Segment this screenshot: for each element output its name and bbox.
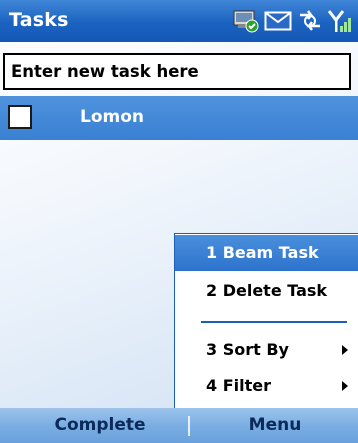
message-envelope-icon[interactable] [264,10,292,32]
menu-item-sort-by[interactable]: 3 Sort By [175,332,358,368]
task-label: Lomon [80,107,145,127]
signal-strength-icon[interactable] [328,8,352,34]
menu-item-label: 4 Filter [206,376,271,395]
menu-item-beam-task[interactable]: 1 Beam Task [175,235,358,271]
context-menu: 1 Beam Task 2 Delete Task 3 Sort By 4 Fi… [174,233,358,408]
submenu-arrow-icon [342,381,348,391]
new-task-input[interactable] [3,53,351,90]
menu-item-filter[interactable]: 4 Filter [175,368,358,404]
task-complete-checkbox[interactable] [8,105,32,129]
task-row[interactable]: Lomon [0,96,358,140]
title-bar: Tasks [0,0,358,42]
submenu-arrow-icon [342,345,348,355]
menu-softkey[interactable]: Menu [205,408,345,443]
menu-item-label: 1 Beam Task [206,243,319,262]
data-connection-icon[interactable] [297,9,323,33]
softkey-bar: Complete Menu [0,408,358,443]
app-title: Tasks [9,9,69,31]
menu-item-label: 3 Sort By [206,340,289,359]
complete-softkey[interactable]: Complete [30,408,170,443]
menu-item-label: 2 Delete Task [206,281,328,300]
sync-icon[interactable] [233,9,259,33]
menu-separator [201,321,347,323]
status-icons [233,4,352,38]
tasks-screen: Tasks Enter new task here Lomon 1 Beam T… [0,0,358,443]
softkey-divider [188,416,190,436]
menu-item-delete-task[interactable]: 2 Delete Task [175,273,358,309]
